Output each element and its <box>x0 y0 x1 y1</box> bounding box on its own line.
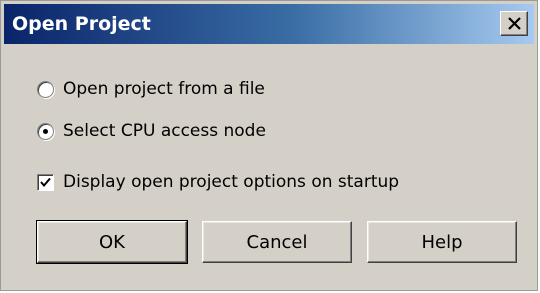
radio-button-unselected[interactable] <box>37 80 54 98</box>
radio-open-from-file[interactable]: Open project from a file <box>37 76 265 102</box>
help-button[interactable]: Help <box>367 221 517 263</box>
radio-dot-icon <box>43 128 48 134</box>
checkmark-icon <box>40 177 51 187</box>
radio-open-from-file-label: Open project from a file <box>63 79 265 99</box>
checkbox-checked[interactable] <box>37 173 54 191</box>
checkbox-display-on-startup[interactable]: Display open project options on startup <box>37 169 399 195</box>
checkbox-display-on-startup-label: Display open project options on startup <box>63 172 400 192</box>
cancel-button[interactable]: Cancel <box>202 221 352 263</box>
close-button[interactable] <box>500 11 528 36</box>
title-bar[interactable]: Open Project <box>4 4 534 44</box>
dialog-title: Open Project <box>12 13 151 35</box>
radio-select-cpu[interactable]: Select CPU access node <box>37 118 266 144</box>
close-icon <box>508 17 521 30</box>
radio-button-selected[interactable] <box>37 122 54 140</box>
open-project-dialog: Open Project Open project from a file Se… <box>0 0 538 291</box>
ok-button[interactable]: OK <box>36 220 188 264</box>
radio-select-cpu-label: Select CPU access node <box>63 121 266 141</box>
